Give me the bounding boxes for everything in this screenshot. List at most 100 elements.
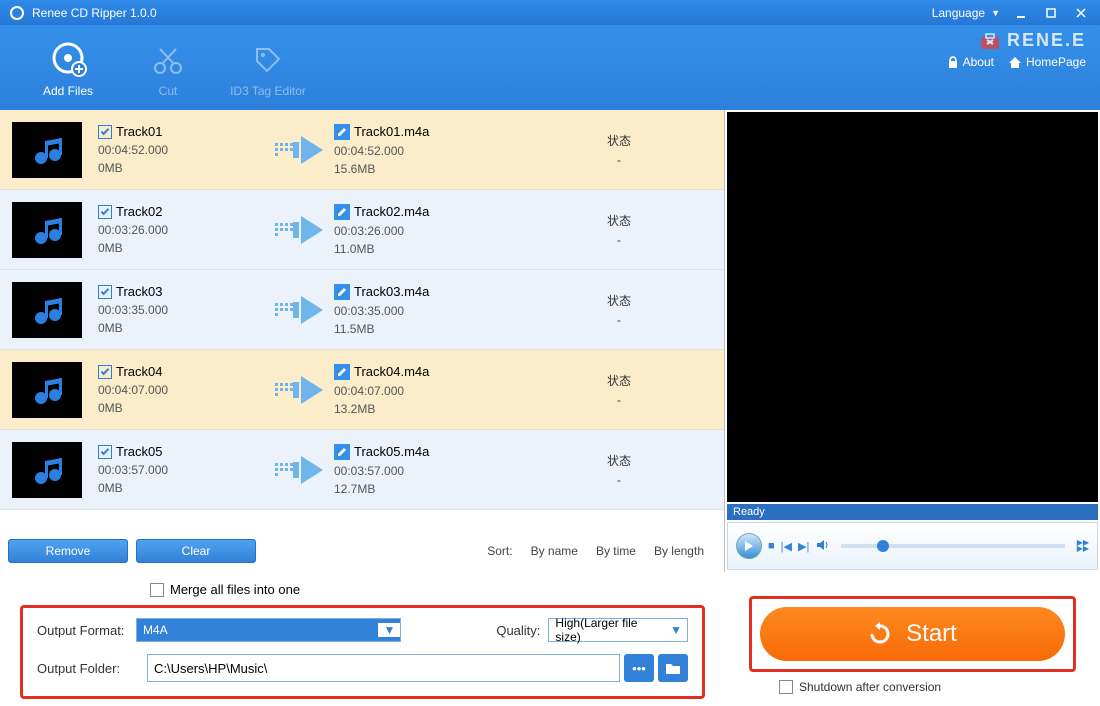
track-status: 状态- xyxy=(514,132,724,167)
track-checkbox[interactable] xyxy=(98,445,112,459)
shutdown-checkbox[interactable] xyxy=(779,680,793,694)
quality-combo[interactable]: High(Larger file size) ▼ xyxy=(548,618,688,642)
scissors-icon xyxy=(151,38,185,82)
sort-by-time[interactable]: By time xyxy=(596,544,636,558)
add-files-label: Add Files xyxy=(43,84,93,98)
track-duration: 00:04:52.000 xyxy=(98,143,264,157)
merge-checkbox[interactable] xyxy=(150,583,164,597)
start-button-highlight: Start xyxy=(749,596,1076,672)
track-status: 状态- xyxy=(514,452,724,487)
play-button[interactable] xyxy=(736,533,762,559)
track-row[interactable]: Track03 00:03:35.000 0MB Track03.m4a 00:… xyxy=(0,270,724,350)
output-size: 15.6MB xyxy=(334,162,514,176)
play-icon xyxy=(744,540,754,552)
output-folder-label: Output Folder: xyxy=(37,661,147,676)
edit-icon[interactable] xyxy=(334,204,350,220)
track-status: 状态- xyxy=(514,292,724,327)
output-duration: 00:03:26.000 xyxy=(334,224,514,238)
track-row[interactable]: Track02 00:03:26.000 0MB Track02.m4a 00:… xyxy=(0,190,724,270)
briefcase-icon xyxy=(979,29,1001,51)
output-name: Track01.m4a xyxy=(354,124,429,139)
track-checkbox[interactable] xyxy=(98,205,112,219)
track-duration: 00:03:57.000 xyxy=(98,463,264,477)
clear-button[interactable]: Clear xyxy=(136,539,256,563)
track-row[interactable]: Track04 00:04:07.000 0MB Track04.m4a 00:… xyxy=(0,350,724,430)
remove-button[interactable]: Remove xyxy=(8,539,128,563)
add-files-button[interactable]: Add Files xyxy=(18,32,118,104)
output-format-combo[interactable]: M4A ▼ xyxy=(136,618,402,642)
status-bar: Ready xyxy=(727,504,1098,520)
speaker-icon xyxy=(815,538,829,552)
track-row[interactable]: Track01 00:04:52.000 0MB Track01.m4a 00:… xyxy=(0,110,724,190)
player-controls: ■ |◀ ▶| ▶▶▶▶ xyxy=(727,522,1098,570)
next-button[interactable]: ▶| xyxy=(798,540,809,553)
arrow-icon xyxy=(264,136,334,164)
edit-icon[interactable] xyxy=(334,364,350,380)
folder-icon xyxy=(665,661,681,675)
quality-label: Quality: xyxy=(441,623,540,638)
track-checkbox[interactable] xyxy=(98,365,112,379)
output-duration: 00:04:07.000 xyxy=(334,384,514,398)
expand-button[interactable]: ▶▶▶▶ xyxy=(1077,540,1089,552)
chevron-down-icon: ▼ xyxy=(665,623,687,637)
sort-by-name[interactable]: By name xyxy=(531,544,578,558)
track-size: 0MB xyxy=(98,241,264,255)
seek-slider[interactable] xyxy=(841,544,1064,548)
track-checkbox[interactable] xyxy=(98,125,112,139)
track-list[interactable]: Track01 00:04:52.000 0MB Track01.m4a 00:… xyxy=(0,110,724,530)
preview-video xyxy=(727,112,1098,502)
track-name: Track05 xyxy=(116,444,162,459)
cut-button[interactable]: Cut xyxy=(118,32,218,104)
edit-icon[interactable] xyxy=(334,124,350,140)
maximize-button[interactable] xyxy=(1042,4,1060,22)
output-folder-input[interactable] xyxy=(147,654,620,682)
output-size: 11.0MB xyxy=(334,242,514,256)
window-title: Renee CD Ripper 1.0.0 xyxy=(32,6,932,20)
lock-icon xyxy=(947,55,959,69)
language-dropdown[interactable]: Language ▼ xyxy=(932,6,1000,20)
sort-label: Sort: xyxy=(487,544,512,558)
cd-plus-icon xyxy=(49,38,87,82)
track-checkbox[interactable] xyxy=(98,285,112,299)
output-format-label: Output Format: xyxy=(37,623,136,638)
output-size: 13.2MB xyxy=(334,402,514,416)
output-settings-highlight: Output Format: M4A ▼ Quality: High(Large… xyxy=(20,605,705,699)
stop-button[interactable]: ■ xyxy=(768,540,775,552)
track-status: 状态- xyxy=(514,372,724,407)
tag-icon xyxy=(251,38,285,82)
track-name: Track04 xyxy=(116,364,162,379)
output-size: 12.7MB xyxy=(334,482,514,496)
homepage-link[interactable]: HomePage xyxy=(1008,55,1086,69)
about-link[interactable]: About xyxy=(947,55,994,69)
start-button[interactable]: Start xyxy=(760,607,1065,661)
arrow-icon xyxy=(264,216,334,244)
output-size: 11.5MB xyxy=(334,322,514,336)
edit-icon[interactable] xyxy=(334,444,350,460)
close-button[interactable] xyxy=(1072,4,1090,22)
track-thumbnail xyxy=(12,202,82,258)
preview-pane: Ready ■ |◀ ▶| ▶▶▶▶ xyxy=(725,110,1100,572)
edit-icon[interactable] xyxy=(334,284,350,300)
track-row[interactable]: Track05 00:03:57.000 0MB Track05.m4a 00:… xyxy=(0,430,724,510)
chevron-down-icon: ▼ xyxy=(991,8,1000,18)
track-name: Track01 xyxy=(116,124,162,139)
browse-folder-button[interactable] xyxy=(658,654,688,682)
minimize-button[interactable] xyxy=(1012,4,1030,22)
brand-logo: RENE.E xyxy=(979,29,1086,51)
volume-button[interactable] xyxy=(815,538,829,555)
sort-by-length[interactable]: By length xyxy=(654,544,704,558)
more-options-button[interactable]: ••• xyxy=(624,654,654,682)
arrow-icon xyxy=(264,456,334,484)
track-size: 0MB xyxy=(98,481,264,495)
track-size: 0MB xyxy=(98,401,264,415)
track-size: 0MB xyxy=(98,161,264,175)
output-name: Track03.m4a xyxy=(354,284,429,299)
prev-button[interactable]: |◀ xyxy=(781,540,792,553)
track-thumbnail xyxy=(12,442,82,498)
track-duration: 00:03:26.000 xyxy=(98,223,264,237)
track-thumbnail xyxy=(12,122,82,178)
output-duration: 00:04:52.000 xyxy=(334,144,514,158)
arrow-icon xyxy=(264,296,334,324)
track-thumbnail xyxy=(12,282,82,338)
id3-tag-button[interactable]: ID3 Tag Editor xyxy=(218,32,318,104)
